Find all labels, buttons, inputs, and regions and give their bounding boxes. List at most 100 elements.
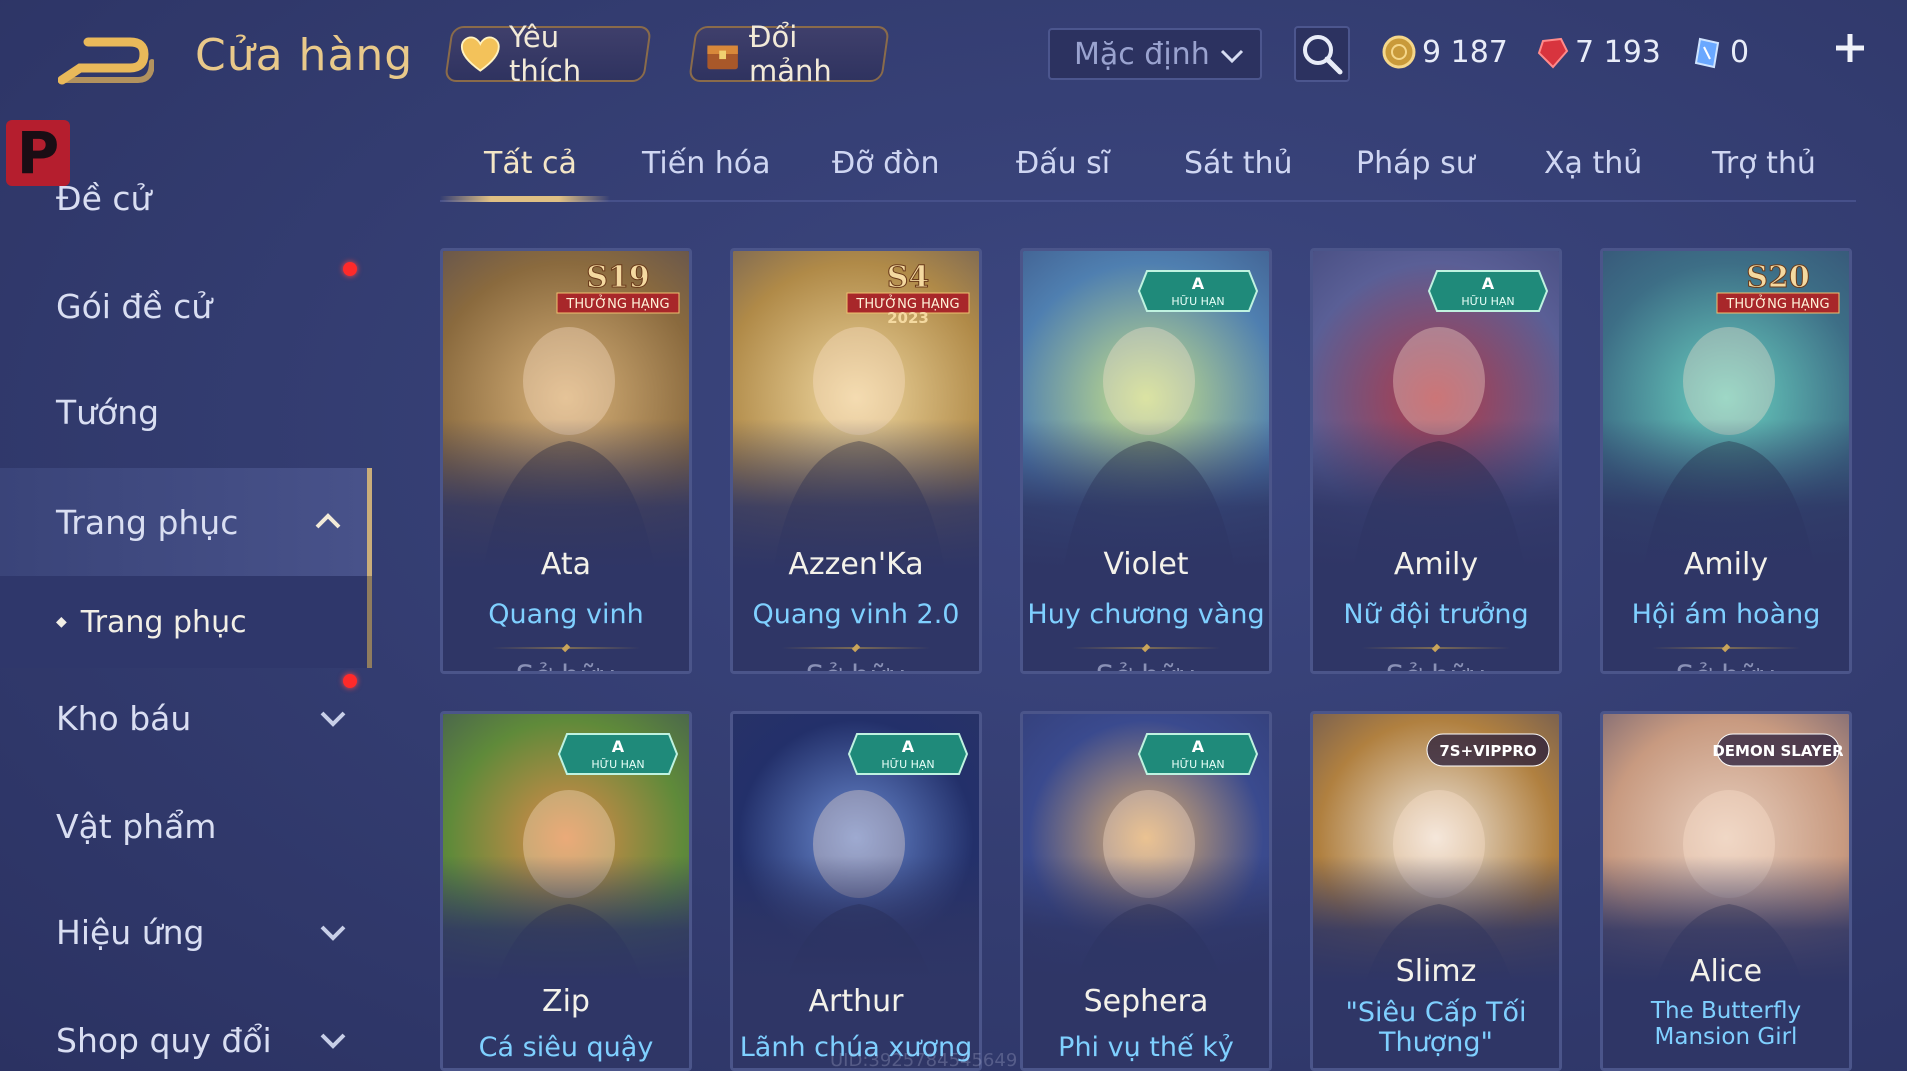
sidebar-item-effects[interactable]: Hiệu ứng (0, 882, 372, 982)
owned-status: Sở hữu (443, 659, 689, 671)
card-divider (1652, 647, 1800, 649)
sidebar-item-label: Shop quy đổi (56, 1020, 272, 1060)
ruby-icon (1537, 37, 1569, 69)
card-divider (1072, 647, 1220, 649)
sidebar-item-exchange-shop[interactable]: Shop quy đổi (0, 990, 372, 1071)
sort-dropdown[interactable]: Mặc định (1048, 28, 1262, 80)
svg-text:7S+VIPPRO: 7S+VIPPRO (1439, 742, 1536, 760)
svg-text:A: A (612, 737, 625, 756)
hero-name: Azzen'Ka (788, 547, 924, 582)
sidebar-item-treasure[interactable]: Kho báu (0, 668, 372, 768)
skin-name: "Siêu Cấp Tối Thượng" (1345, 997, 1527, 1058)
tab-marksman[interactable]: Xạ thủ (1544, 146, 1642, 181)
sidebar-item-label: Vật phẩm (56, 806, 217, 846)
tab-assassin[interactable]: Sát thủ (1184, 146, 1293, 181)
gold-balance: 9 187 (1382, 30, 1508, 74)
skin-name: Cá siêu quậy (478, 1032, 654, 1063)
tab-tank[interactable]: Đỡ đòn (832, 146, 940, 181)
season-rank-badge-icon: S4 THƯỞNG HẠNG2023 (846, 260, 970, 323)
sidebar-item-skins[interactable]: Trang phục (0, 468, 372, 576)
sidebar-item-recommended[interactable]: Đề cử (0, 148, 372, 248)
page-title: Cửa hàng (195, 30, 414, 81)
favorite-label: Yêu thích (508, 20, 581, 88)
chevron-down-icon (1220, 49, 1244, 64)
back-button[interactable] (57, 32, 155, 88)
exchange-fragments-button[interactable]: Đổi mảnh (688, 20, 890, 88)
limited-badge-icon: A HỮU HẠN (1137, 733, 1259, 775)
tab-evolution[interactable]: Tiến hóa (642, 146, 771, 181)
sidebar-item-items[interactable]: Vật phẩm (0, 776, 372, 876)
tab-support[interactable]: Trợ thủ (1712, 146, 1816, 181)
add-currency-button[interactable] (1830, 28, 1870, 68)
ruby-value: 7 193 (1575, 34, 1661, 70)
owned-status: Sở hữu (733, 659, 979, 671)
sidebar-item-label: Đề cử (56, 178, 152, 218)
skin-card[interactable]: DEMON SLAYER Alice The Butterfly Mansion G… (1600, 711, 1852, 1071)
hero-name: Slimz (1395, 954, 1477, 989)
svg-text:THƯỞNG HẠNG: THƯỞNG HẠNG (565, 295, 669, 312)
hero-name: Sephera (1083, 984, 1209, 1019)
svg-text:DEMON SLAYER: DEMON SLAYER (1713, 742, 1843, 760)
svg-text:A: A (902, 737, 915, 756)
skin-card[interactable]: A HỮU HẠN Amily Nữ đội trưởng Sở hữu (1310, 248, 1562, 674)
skin-card[interactable]: 7S+VIPPRO Slimz "Siêu Cấp Tối Thượng" (1310, 711, 1562, 1071)
notification-dot (343, 262, 357, 276)
skin-card[interactable]: S4 THƯỞNG HẠNG 2023 Azzen'Ka Quang vinh 2.0… (730, 248, 982, 674)
tab-fighter[interactable]: Đấu sĩ (1016, 146, 1110, 181)
card-gradient-overlay (1023, 419, 1269, 671)
voucher-value: 0 (1730, 34, 1750, 70)
gold-value: 9 187 (1422, 34, 1508, 70)
season-rank-badge-icon: S20 THƯỞNG HẠNG (1716, 260, 1840, 314)
exchange-label: Đổi mảnh (749, 20, 833, 88)
uid-watermark: UID:3925784545649 (830, 1050, 1018, 1071)
treasure-chest-icon (707, 45, 738, 70)
skin-card[interactable]: A HỮU HẠN Sephera Phi vụ thế kỷ (1020, 711, 1272, 1071)
svg-text:HỮU HẠN: HỮU HẠN (881, 758, 934, 771)
collab-badge-icon: 7S+VIPPRO (1426, 733, 1550, 767)
back-arrow-icon (57, 37, 155, 85)
svg-text:S20: S20 (1746, 260, 1809, 295)
skin-card[interactable]: A HỮU HẠN Violet Huy chương vàng Sở hữu (1020, 248, 1272, 674)
owned-status: Sở hữu (1603, 659, 1849, 671)
skin-card[interactable]: S19 THƯỞNG HẠNG Ata Quang vinh Sở hữu (440, 248, 692, 674)
sidebar-subitem-skins[interactable]: ◆ Trang phục (0, 576, 372, 668)
svg-text:A: A (1192, 274, 1205, 293)
category-tabs: Tất cả Tiến hóa Đỡ đòn Đấu sĩ Sát thủ Ph… (440, 140, 1856, 202)
heart-icon (460, 36, 500, 72)
sidebar-item-recommended-packs[interactable]: Gói đề cử (0, 256, 372, 356)
svg-text:THƯỞNG HẠNG: THƯỞNG HẠNG (1725, 295, 1829, 312)
season-rank-badge-icon: S19 THƯỞNG HẠNG (556, 260, 680, 314)
search-icon (1303, 35, 1343, 75)
tab-all[interactable]: Tất cả (484, 146, 577, 181)
sidebar: Đề cử Gói đề cử Tướng Trang phục ◆ Trang… (0, 140, 372, 1071)
skin-name: Quang vinh 2.0 (752, 599, 960, 630)
sidebar-item-label: Kho báu (56, 698, 192, 738)
sidebar-item-label: Trang phục (56, 502, 239, 542)
tab-mage[interactable]: Pháp sư (1356, 146, 1475, 181)
skin-name: Nữ đội trưởng (1343, 599, 1529, 630)
svg-text:HỮU HẠN: HỮU HẠN (1171, 295, 1224, 308)
svg-text:HỮU HẠN: HỮU HẠN (591, 758, 644, 771)
search-button[interactable] (1294, 26, 1350, 82)
ruby-balance: 7 193 (1535, 30, 1661, 74)
limited-badge-icon: A HỮU HẠN (847, 733, 969, 775)
favorite-button[interactable]: Yêu thích (444, 20, 652, 88)
bullet-icon: ◆ (56, 614, 67, 630)
chevron-up-icon (315, 513, 341, 529)
skin-card[interactable]: A HỮU HẠN Zip Cá siêu quậy (440, 711, 692, 1071)
skin-name: The Butterfly Mansion Girl (1650, 998, 1802, 1050)
active-tab-indicator (440, 196, 610, 202)
owned-status: Sở hữu (1023, 659, 1269, 671)
hero-name: Arthur (808, 984, 904, 1019)
skin-card[interactable]: A HỮU HẠN Arthur Lãnh chúa xương (730, 711, 982, 1071)
card-divider (1362, 647, 1510, 649)
hero-name: Zip (542, 984, 590, 1019)
svg-text:HỮU HẠN: HỮU HẠN (1171, 758, 1224, 771)
limited-badge-icon: A HỮU HẠN (1137, 270, 1259, 312)
skin-card[interactable]: S20 THƯỞNG HẠNG Amily Hội ám hoàng Sở hữu (1600, 248, 1852, 674)
skin-name: Huy chương vàng (1027, 599, 1265, 630)
sidebar-item-heroes[interactable]: Tướng (0, 362, 372, 462)
svg-text:2023: 2023 (887, 309, 929, 323)
skin-name: Phi vụ thế kỷ (1058, 1032, 1234, 1063)
hero-name: Alice (1689, 954, 1763, 989)
